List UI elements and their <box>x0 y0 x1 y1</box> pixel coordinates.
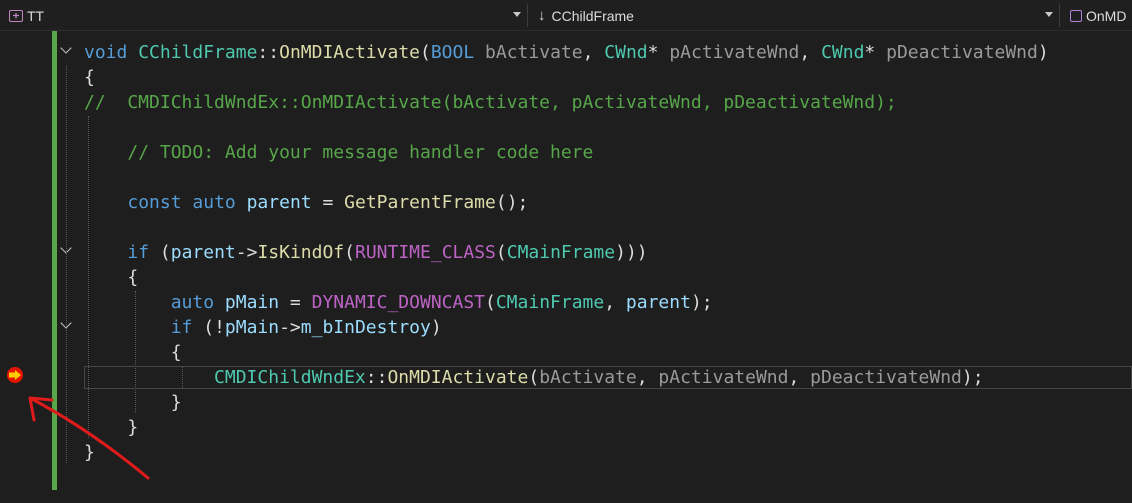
method-cube-icon <box>1070 9 1082 22</box>
code-token: ) <box>1037 42 1049 63</box>
code-token: CWnd <box>821 42 865 63</box>
code-token: pActivateWnd <box>669 42 800 63</box>
project-icon <box>9 9 23 22</box>
code-token: CMainFrame <box>506 242 616 263</box>
member-dropdown[interactable]: OnMD <box>1066 4 1132 27</box>
code-token: ( <box>495 242 507 263</box>
member-label: OnMD <box>1086 7 1127 24</box>
code-token: if <box>127 242 150 263</box>
code-token: :: <box>365 367 388 388</box>
code-token: , <box>604 292 626 313</box>
code-token: parent <box>246 192 312 213</box>
code-token: pMain <box>224 292 280 313</box>
code-token: , <box>788 367 811 388</box>
code-token: // CMDIChildWndEx::OnMDIActivate(bActiva… <box>84 92 897 113</box>
code-token: DYNAMIC_DOWNCAST <box>311 292 485 313</box>
code-token: ( <box>528 367 540 388</box>
code-token: CWnd <box>604 42 648 63</box>
code-line[interactable]: { <box>84 65 95 90</box>
chevron-down-icon <box>513 12 521 17</box>
code-token: , <box>636 367 659 388</box>
code-token: * <box>864 42 887 63</box>
code-line[interactable]: CMDIChildWndEx::OnMDIActivate(bActivate,… <box>84 365 984 390</box>
code-token: bActivate <box>485 42 583 63</box>
code-token: , <box>582 42 605 63</box>
code-token: pDeactivateWnd <box>886 42 1038 63</box>
code-token: parent <box>625 292 691 313</box>
code-token: ( <box>420 42 431 63</box>
code-token: (); <box>495 192 529 213</box>
code-token: auto <box>170 292 215 313</box>
class-dropdown[interactable]: ↓ CChildFrame <box>534 4 1060 27</box>
code-token: CChildFrame <box>138 42 258 63</box>
code-line[interactable]: // CMDIChildWndEx::OnMDIActivate(bActiva… <box>84 90 897 115</box>
chevron-down-icon <box>1045 12 1053 17</box>
code-token: ))) <box>615 242 648 263</box>
code-token: = <box>279 292 312 313</box>
code-token: GetParentFrame <box>344 192 496 213</box>
code-token: IsKindOf <box>257 242 345 263</box>
code-token: :: <box>257 42 280 63</box>
code-line[interactable]: // TODO: Add your message handler code h… <box>84 140 593 165</box>
code-token: { <box>84 342 182 363</box>
code-token: CMainFrame <box>495 292 605 313</box>
code-token: // TODO: Add your message handler code h… <box>127 142 594 163</box>
code-token: * <box>647 42 670 63</box>
code-line[interactable]: void CChildFrame::OnMDIActivate(BOOL bAc… <box>84 40 1049 65</box>
code-token: pDeactivateWnd <box>810 367 962 388</box>
class-label: CChildFrame <box>551 7 634 24</box>
code-token: OnMDIActivate <box>387 367 529 388</box>
project-dropdown[interactable]: TT <box>4 4 528 27</box>
code-token: { <box>84 267 139 288</box>
code-token: OnMDIActivate <box>279 42 420 63</box>
code-token: pActivateWnd <box>658 367 789 388</box>
code-line[interactable]: if (!pMain->m_bInDestroy) <box>84 315 442 340</box>
project-label: TT <box>27 7 45 24</box>
code-token: bActivate <box>539 367 637 388</box>
code-line[interactable]: auto pMain = DYNAMIC_DOWNCAST(CMainFrame… <box>84 290 713 315</box>
code-token: ( <box>149 242 171 263</box>
code-token: pMain <box>224 317 280 338</box>
annotation-arrow <box>28 396 150 480</box>
code-token: m_bInDestroy <box>300 317 431 338</box>
code-token: if <box>170 317 193 338</box>
code-token: -> <box>279 317 301 338</box>
code-token: CMDIChildWndEx <box>214 367 366 388</box>
code-token: ( <box>485 292 496 313</box>
code-line[interactable]: if (parent->IsKindOf(RUNTIME_CLASS(CMain… <box>84 240 648 265</box>
code-token: ); <box>690 292 713 313</box>
code-token: BOOL <box>430 42 475 63</box>
code-token: ( <box>344 242 355 263</box>
code-token: , <box>799 42 822 63</box>
code-line[interactable]: const auto parent = GetParentFrame(); <box>84 190 528 215</box>
code-token: ); <box>961 367 984 388</box>
code-line[interactable]: { <box>84 340 182 365</box>
navigation-bar: TT ↓ CChildFrame OnMD <box>0 0 1132 31</box>
code-token: RUNTIME_CLASS <box>355 242 496 263</box>
code-token: auto <box>192 192 236 213</box>
code-token: (! <box>192 317 225 338</box>
code-token: const <box>127 192 182 213</box>
code-token: = <box>311 192 345 213</box>
code-token: -> <box>235 242 258 263</box>
collapse-chevron-icon[interactable] <box>60 42 72 54</box>
code-line[interactable]: { <box>84 265 138 290</box>
code-token: parent <box>170 242 236 263</box>
arrow-down-icon: ↓ <box>538 7 546 24</box>
code-token: void <box>84 42 128 63</box>
code-token: ) <box>430 317 442 338</box>
code-token: { <box>84 67 95 88</box>
